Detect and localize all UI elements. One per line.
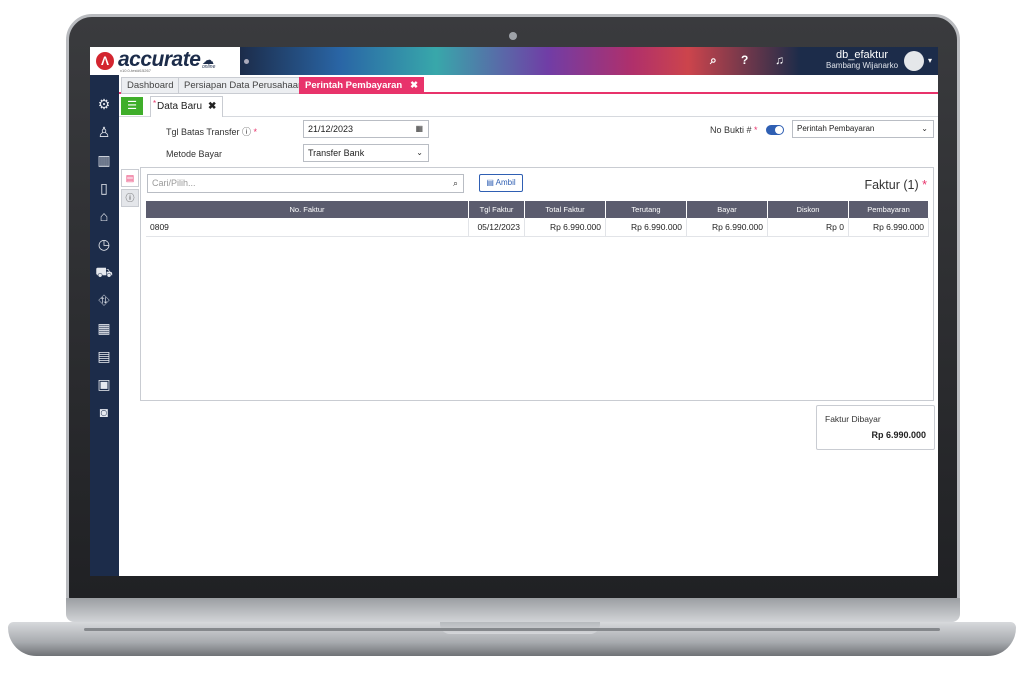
chevron-down-icon[interactable]: ▾: [928, 56, 932, 65]
ambil-label: Ambil: [495, 178, 516, 187]
tab-perintah-pembayaran[interactable]: Perintah Pembayaran ✖: [299, 77, 425, 94]
column-header[interactable]: Tgl Faktur: [469, 201, 525, 218]
module-tab-bar: Dashboard Persiapan Data Perusahaan Peri…: [119, 75, 938, 94]
version-label: v10.0-test#15267: [120, 68, 151, 73]
summary-label: Faktur Dibayar: [825, 414, 881, 424]
device-icon[interactable]: ▯: [95, 179, 113, 197]
camera-icon: [509, 32, 517, 40]
auto-number-toggle[interactable]: [766, 125, 784, 135]
column-header[interactable]: Bayar: [687, 201, 768, 218]
app-logo[interactable]: Λ accurate ☁ online v10.0-test#15267: [90, 47, 240, 75]
top-bar: Λ accurate ☁ online v10.0-test#15267 ⌕ ?…: [90, 47, 938, 75]
document-tab-bar: ☰ * Data Baru ✖: [119, 95, 938, 117]
tab-label: Dashboard: [127, 80, 174, 91]
column-header[interactable]: No. Faktur: [146, 201, 469, 218]
column-header[interactable]: Pembayaran: [849, 201, 929, 218]
tgl-batas-field[interactable]: 21/12/2023 ▦: [303, 120, 429, 138]
cell-terutang: Rp 6.990.000: [606, 218, 687, 236]
unsaved-marker: *: [153, 99, 157, 108]
user-db[interactable]: db_efaktur: [836, 49, 888, 61]
search-icon[interactable]: ⌕: [710, 53, 717, 68]
invoice-table: No. Faktur Tgl Faktur Total Faktur Terut…: [146, 201, 929, 237]
close-icon[interactable]: ✖: [410, 80, 418, 91]
bell-icon[interactable]: ♫: [775, 53, 784, 67]
invoice-count-title: Faktur (1) *: [864, 178, 927, 192]
cash-icon[interactable]: ◷: [95, 235, 113, 253]
tab-dashboard[interactable]: Dashboard: [121, 77, 180, 94]
no-bukti-value: Perintah Pembayaran: [797, 124, 875, 133]
no-bukti-select[interactable]: Perintah Pembayaran ⌄: [792, 120, 934, 138]
metode-bayar-select[interactable]: Transfer Bank ⌄: [303, 144, 429, 162]
settings-icon[interactable]: ⚙: [95, 95, 113, 113]
ambil-button[interactable]: ▤ Ambil: [479, 174, 523, 192]
cell-bayar: Rp 6.990.000: [687, 218, 768, 236]
table-row[interactable]: 0809 05/12/2023 Rp 6.990.000 Rp 6.990.00…: [146, 218, 929, 237]
logo-icon: Λ: [96, 52, 114, 70]
invoice-panel: Cari/Pilih... ⌕ ▤ Ambil Faktur (1) * No. …: [140, 167, 934, 401]
tab-label: Perintah Pembayaran: [305, 80, 403, 91]
chevron-down-icon: ⌄: [416, 148, 423, 157]
metode-bayar-value: Transfer Bank: [308, 148, 365, 158]
tgl-batas-label: Tgl Batas Transfer ⓘ *: [166, 127, 258, 137]
laptop-hinge: [66, 598, 960, 622]
sales-icon[interactable]: ♙: [95, 123, 113, 141]
chevron-down-icon: ⌄: [921, 124, 928, 133]
calculator-icon[interactable]: ▤: [95, 347, 113, 365]
help-icon[interactable]: ?: [741, 53, 748, 67]
close-icon[interactable]: ✖: [208, 101, 216, 112]
avatar[interactable]: [904, 51, 924, 71]
document-icon[interactable]: ▣: [95, 375, 113, 393]
cell-diskon: Rp 0: [768, 218, 849, 236]
logo-subtext: online: [202, 64, 216, 70]
cell-tgl-faktur: 05/12/2023: [469, 218, 525, 236]
app-screen: Λ accurate ☁ online v10.0-test#15267 ⌕ ?…: [90, 47, 938, 576]
invoice-search-input[interactable]: Cari/Pilih... ⌕: [147, 174, 464, 193]
hinge-line: [84, 628, 940, 631]
tgl-batas-value: 21/12/2023: [308, 124, 354, 134]
tab-persiapan-data[interactable]: Persiapan Data Perusahaan: [178, 77, 310, 94]
search-icon[interactable]: ⌕: [453, 175, 458, 192]
delivery-icon[interactable]: ⛗: [95, 291, 113, 309]
cart-icon[interactable]: ⛟: [95, 263, 113, 281]
toggle-knob: [775, 126, 783, 134]
status-dot-icon: [244, 59, 249, 64]
no-bukti-label: No Bukti # *: [710, 125, 758, 135]
cell-pembayaran: Rp 6.990.000: [849, 218, 929, 236]
cell-no-faktur: 0809: [146, 218, 469, 236]
support-icon[interactable]: ◙: [95, 403, 113, 421]
tab-info[interactable]: ⓘ: [121, 189, 139, 207]
metode-bayar-label: Metode Bayar: [166, 149, 223, 159]
tab-invoice-list[interactable]: ▤: [121, 169, 139, 187]
tab-data-baru[interactable]: * Data Baru ✖: [150, 96, 224, 117]
search-placeholder: Cari/Pilih...: [152, 178, 196, 188]
calendar-icon[interactable]: ▦: [415, 121, 423, 137]
summary-value: Rp 6.990.000: [871, 430, 926, 440]
doc-tab-label: Data Baru: [157, 101, 203, 112]
tab-label: Persiapan Data Perusahaan: [184, 80, 304, 91]
side-nav: ⚙ ♙ ▥ ▯ ⌂ ◷ ⛟ ⛗ ▦ ▤ ▣ ◙: [90, 75, 119, 576]
laptop-frame: Λ accurate ☁ online v10.0-test#15267 ⌕ ?…: [0, 0, 1024, 683]
cell-total-faktur: Rp 6.990.000: [525, 218, 606, 236]
user-name[interactable]: Bambang Wijanarko: [826, 61, 898, 70]
list-button[interactable]: ☰: [121, 97, 143, 115]
company-icon[interactable]: ▥: [95, 151, 113, 169]
column-header[interactable]: Terutang: [606, 201, 687, 218]
bank-icon[interactable]: ⌂: [95, 207, 113, 225]
table-header: No. Faktur Tgl Faktur Total Faktur Terut…: [146, 201, 929, 218]
column-header[interactable]: Total Faktur: [525, 201, 606, 218]
column-header[interactable]: Diskon: [768, 201, 849, 218]
report-icon[interactable]: ▦: [95, 319, 113, 337]
summary-box: Faktur Dibayar Rp 6.990.000: [816, 405, 935, 450]
